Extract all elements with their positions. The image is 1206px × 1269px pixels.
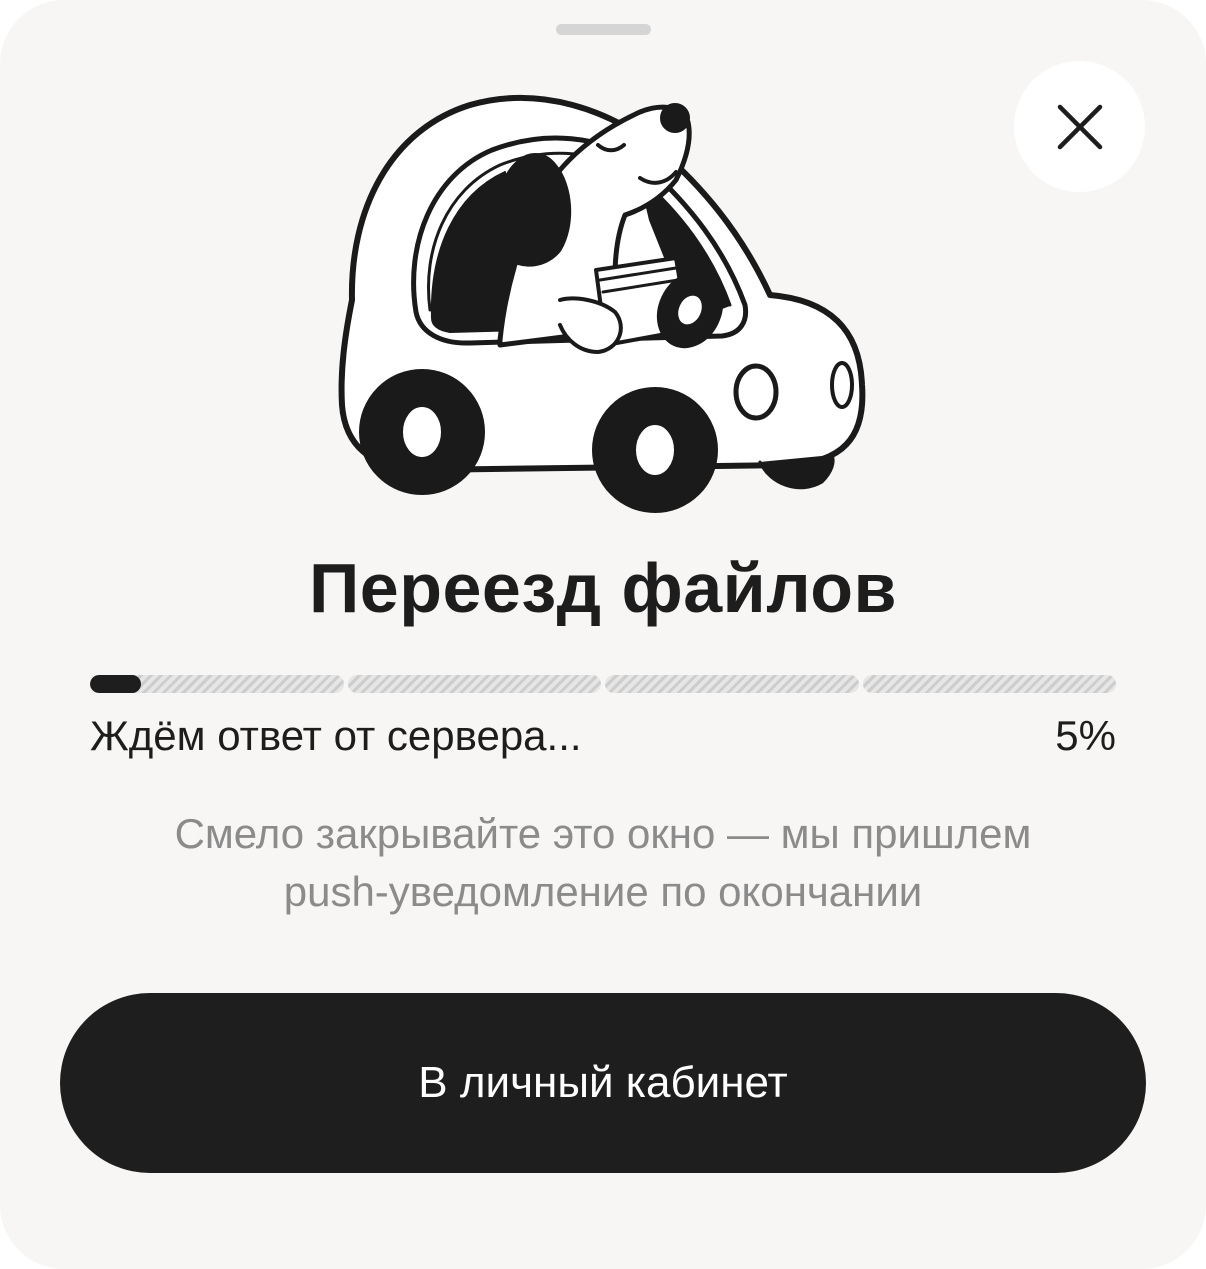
progress-segment bbox=[605, 675, 859, 693]
progress-segment bbox=[347, 675, 601, 693]
progress-segment bbox=[862, 675, 1116, 693]
status-text: Ждём ответ от сервера... bbox=[90, 712, 582, 759]
progress-fill bbox=[90, 675, 142, 693]
status-row: Ждём ответ от сервера... 5% bbox=[90, 712, 1116, 768]
upload-progress-bar bbox=[90, 675, 1116, 693]
close-button[interactable] bbox=[1014, 61, 1145, 192]
personal-account-button[interactable]: В личный кабинет bbox=[60, 993, 1146, 1173]
progress-segment bbox=[90, 675, 344, 693]
hint-line-2: push-уведомление по окончании bbox=[283, 868, 923, 915]
hint-text: Смело закрывайте это окно — мы пришлем p… bbox=[60, 805, 1146, 921]
sheet-grabber[interactable] bbox=[556, 24, 651, 35]
bottom-sheet: Переезд файлов Ждём ответ от сервера... … bbox=[0, 0, 1206, 1269]
dog-driving-car-illustration bbox=[338, 95, 866, 513]
close-icon bbox=[1057, 104, 1102, 149]
progress-percent: 5% bbox=[1055, 712, 1116, 759]
page-title: Переезд файлов bbox=[308, 549, 898, 627]
hint-line-1: Смело закрывайте это окно — мы пришлем bbox=[174, 810, 1032, 857]
